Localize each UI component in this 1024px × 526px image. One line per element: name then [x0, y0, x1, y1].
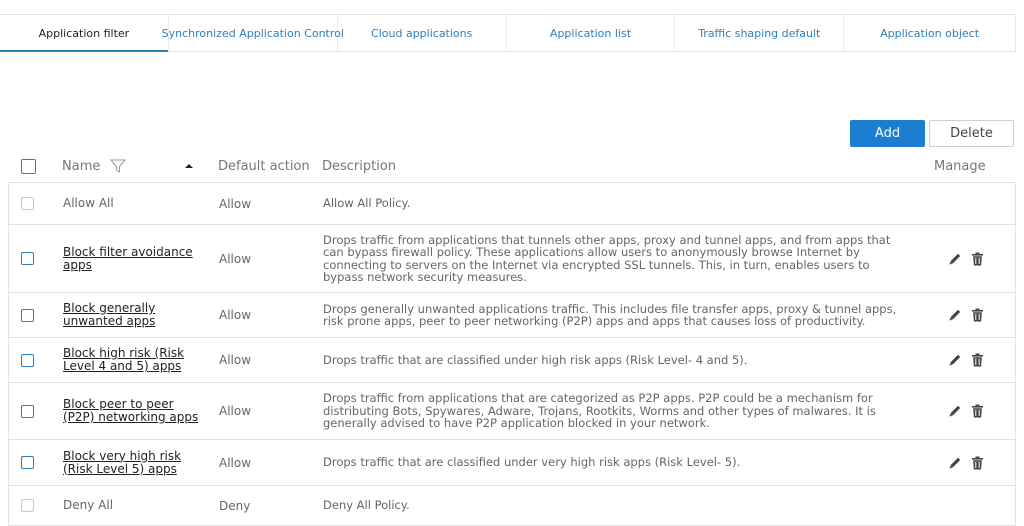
delete-trash-icon[interactable]: [970, 251, 985, 266]
table-row: Block generally unwanted apps Allow Drop…: [9, 293, 1015, 338]
tab-cloud-applications[interactable]: Cloud applications: [338, 15, 507, 51]
application-filter-table: Allow All Allow Allow All Policy. Block …: [8, 182, 1016, 526]
tab-bar: Application filter Synchronized Applicat…: [0, 14, 1016, 52]
default-action: Allow: [219, 308, 252, 322]
filter-description: Drops traffic from applications that tun…: [323, 232, 891, 284]
row-checkbox[interactable]: [21, 252, 34, 265]
filter-name: Deny All: [63, 498, 114, 512]
table-row: Block filter avoidance apps Allow Drops …: [9, 225, 1015, 293]
default-action: Allow: [219, 196, 252, 211]
filter-name-link[interactable]: Block generally unwanted apps: [63, 302, 203, 328]
edit-pencil-icon[interactable]: [947, 353, 962, 368]
filter-description: Drops traffic that are classified under …: [323, 455, 741, 470]
row-checkbox[interactable]: [21, 353, 34, 367]
description-header: Description: [322, 158, 397, 174]
filter-name: Allow All: [63, 196, 114, 210]
row-checkbox: [21, 197, 34, 210]
delete-trash-icon[interactable]: [970, 308, 985, 323]
filter-description: Allow All Policy.: [323, 196, 411, 211]
row-checkbox[interactable]: [21, 404, 34, 418]
table-row: Deny All Deny Deny All Policy.: [9, 486, 1015, 526]
delete-trash-icon[interactable]: [970, 353, 985, 368]
edit-pencil-icon[interactable]: [947, 404, 962, 419]
delete-trash-icon[interactable]: [970, 404, 985, 419]
tab-traffic-shaping-default[interactable]: Traffic shaping default: [675, 15, 845, 51]
default-action: Allow: [219, 353, 252, 367]
edit-pencil-icon[interactable]: [947, 455, 962, 470]
table-row: Block high risk (Risk Level 4 and 5) app…: [9, 338, 1015, 383]
default-action-header: Default action: [218, 158, 310, 174]
tab-application-filter[interactable]: Application filter: [0, 15, 169, 52]
table-header: Name Default action Description Manage: [8, 150, 1016, 182]
filter-name-link[interactable]: Block very high risk (Risk Level 5) apps: [63, 449, 203, 476]
filter-description: Drops generally unwanted applications tr…: [323, 301, 897, 328]
default-action: Allow: [219, 455, 252, 470]
edit-pencil-icon[interactable]: [947, 251, 962, 266]
default-action: Allow: [219, 251, 252, 266]
tab-application-list[interactable]: Application list: [507, 15, 676, 51]
filter-name-link[interactable]: Block high risk (Risk Level 4 and 5) app…: [63, 347, 203, 373]
filter-description: Drops traffic that are classified under …: [323, 352, 748, 367]
filter-icon[interactable]: [110, 159, 127, 173]
filter-name-link[interactable]: Block filter avoidance apps: [63, 245, 203, 272]
table-row: Block peer to peer (P2P) networking apps…: [9, 383, 1015, 440]
default-action: Deny: [219, 498, 251, 513]
filter-description: Drops traffic from applications that are…: [323, 391, 876, 431]
filter-name-link[interactable]: Block peer to peer (P2P) networking apps: [63, 398, 203, 424]
tab-synchronized-application-control[interactable]: Synchronized Application Control: [162, 15, 344, 51]
table-row: Block very high risk (Risk Level 5) apps…: [9, 440, 1015, 486]
name-header-label: Name: [62, 158, 101, 174]
delete-trash-icon[interactable]: [970, 455, 985, 470]
tab-application-object[interactable]: Application object: [844, 15, 1015, 51]
filter-description: Deny All Policy.: [323, 498, 410, 513]
add-button[interactable]: Add: [850, 120, 925, 147]
manage-header: Manage: [934, 158, 986, 174]
delete-button[interactable]: Delete: [929, 120, 1014, 147]
select-all-checkbox[interactable]: [21, 158, 36, 174]
name-column-header[interactable]: Name: [62, 150, 127, 182]
default-action: Allow: [219, 404, 252, 418]
row-checkbox: [21, 499, 34, 512]
row-checkbox[interactable]: [21, 308, 34, 322]
row-checkbox[interactable]: [21, 456, 34, 469]
table-row: Allow All Allow Allow All Policy.: [9, 183, 1015, 225]
edit-pencil-icon[interactable]: [947, 308, 962, 323]
sort-ascending-icon[interactable]: [184, 162, 194, 170]
